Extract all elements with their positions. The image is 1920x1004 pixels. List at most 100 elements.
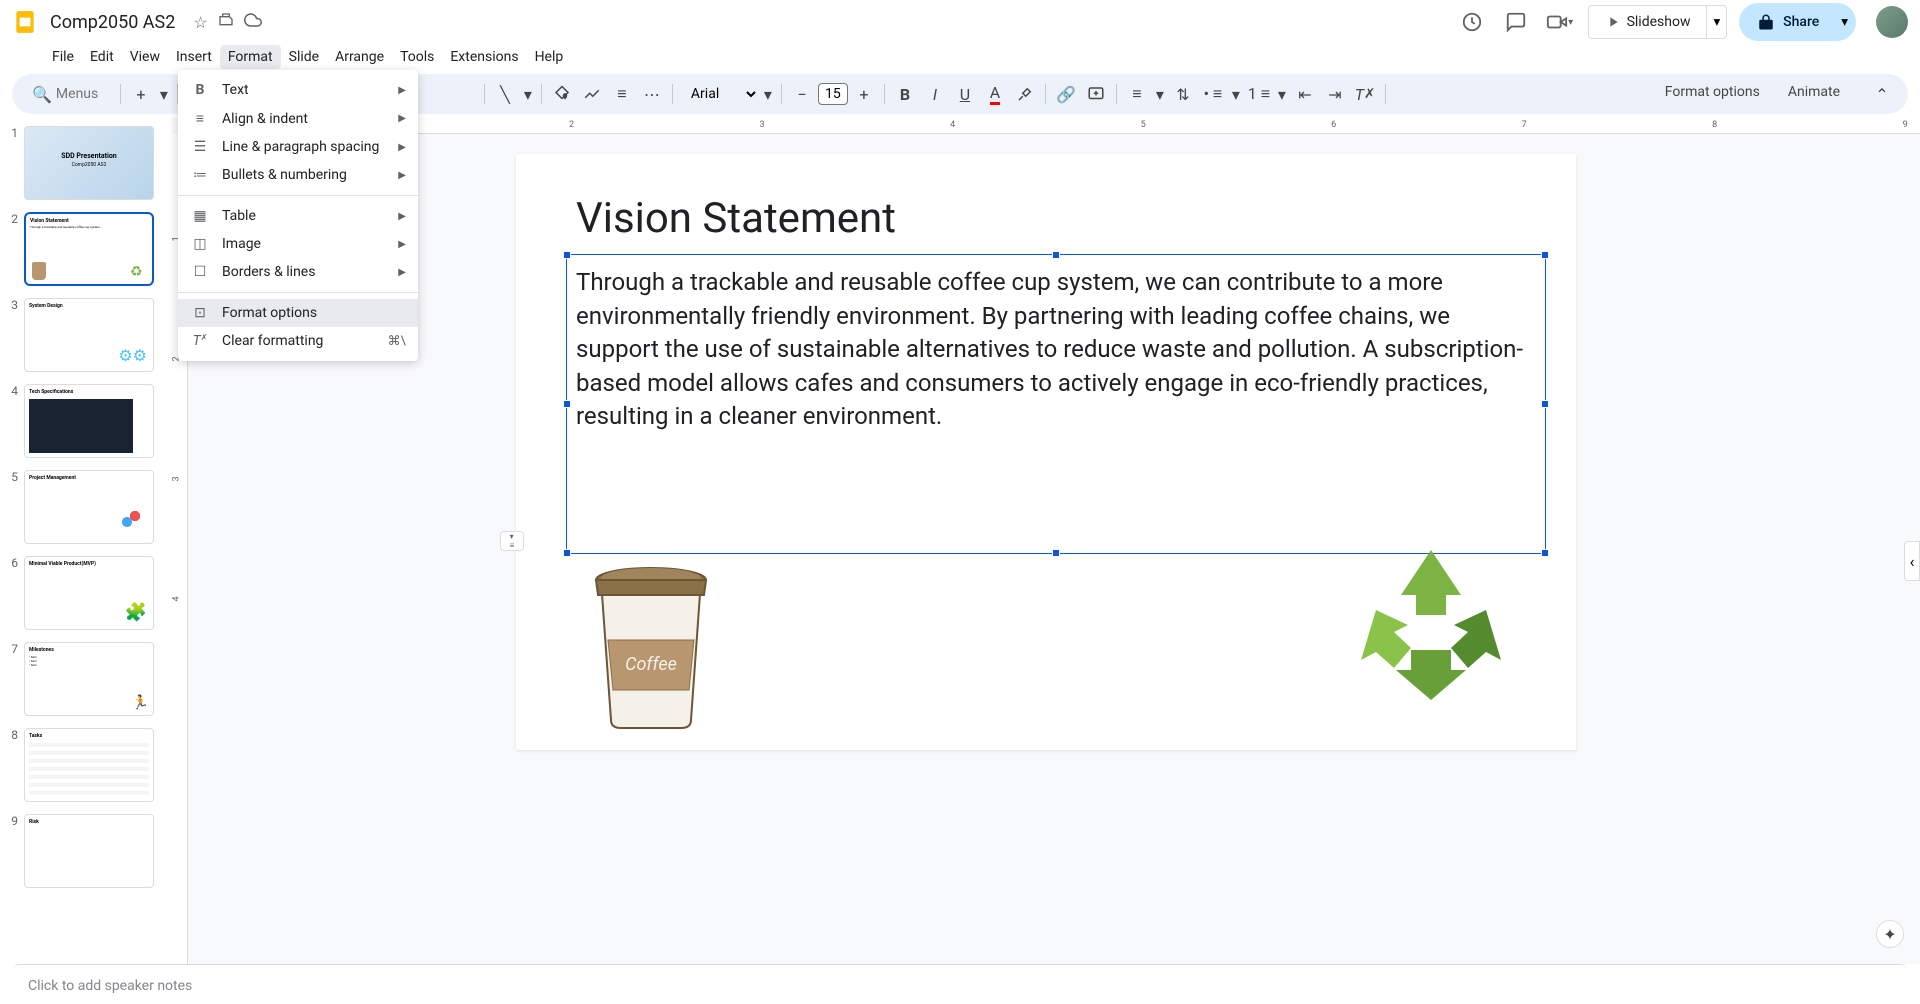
menu-view[interactable]: View <box>122 45 168 69</box>
user-avatar[interactable] <box>1876 6 1908 38</box>
menu-option-table[interactable]: ▦ Table ▶ <box>178 202 418 230</box>
resize-handle-ml[interactable] <box>563 400 571 408</box>
table-icon: ▦ <box>190 208 210 224</box>
resize-handle-mr[interactable] <box>1541 400 1549 408</box>
chevron-right-icon: ▶ <box>398 113 406 124</box>
svg-text:Coffee: Coffee <box>625 654 677 675</box>
slide-thumbnail-4[interactable]: 4 Tech Specifications <box>4 384 168 458</box>
document-title[interactable]: Comp2050 AS2 <box>46 10 179 35</box>
cloud-icon[interactable] <box>244 11 262 33</box>
slides-logo[interactable] <box>12 9 38 35</box>
menu-extensions[interactable]: Extensions <box>442 45 526 69</box>
new-slide-button[interactable]: + <box>127 80 155 108</box>
slide-thumbnail-6[interactable]: 6 Minimal Viable Product(MVP)🧩 <box>4 556 168 630</box>
slide-thumbnail-2[interactable]: 2 Vision StatementThrough a trackable an… <box>4 212 168 286</box>
collapse-toolbar-button[interactable]: ⌃ <box>1868 80 1896 108</box>
menu-option-clear-formatting[interactable]: T✗ Clear formatting ⌘\ <box>178 327 418 355</box>
star-icon[interactable]: ☆ <box>193 13 207 32</box>
slide-thumbnail-1[interactable]: 1 SDD PresentationComp2050 AS2 <box>4 126 168 200</box>
chevron-right-icon: ▶ <box>398 239 406 250</box>
menu-option-spacing[interactable]: ☰ Line & paragraph spacing ▶ <box>178 133 418 161</box>
border-weight-button[interactable]: ≡ <box>608 80 636 108</box>
resize-handle-tr[interactable] <box>1541 251 1549 259</box>
menu-slide[interactable]: Slide <box>281 45 327 69</box>
resize-handle-bm[interactable] <box>1052 549 1060 557</box>
resize-handle-tl[interactable] <box>563 251 571 259</box>
line-spacing-button[interactable]: ⇅ <box>1169 80 1197 108</box>
coffee-cup-image[interactable]: Coffee <box>586 550 716 730</box>
text-color-button[interactable]: A <box>981 80 1009 108</box>
numbered-dropdown[interactable]: ▾ <box>1275 80 1289 108</box>
menu-option-image[interactable]: ◫ Image ▶ <box>178 230 418 258</box>
menu-divider <box>178 292 418 293</box>
fill-color-button[interactable] <box>548 80 576 108</box>
move-icon[interactable] <box>218 12 234 32</box>
menu-option-text[interactable]: B Text ▶ <box>178 76 418 104</box>
decrease-indent-button[interactable]: ⇤ <box>1291 80 1319 108</box>
decrease-font-size[interactable]: − <box>788 80 816 108</box>
menu-file[interactable]: File <box>44 45 82 69</box>
resize-handle-bl[interactable] <box>563 549 571 557</box>
share-button[interactable]: Share <box>1739 3 1837 41</box>
font-size-input[interactable] <box>818 83 848 105</box>
collapse-toggle[interactable]: ▾≡ <box>500 531 524 551</box>
menu-search-input[interactable] <box>56 86 106 102</box>
increase-indent-button[interactable]: ⇥ <box>1321 80 1349 108</box>
slide-canvas[interactable]: Vision Statement Through a trackable and… <box>516 154 1576 750</box>
animate-button[interactable]: Animate <box>1780 80 1848 108</box>
menu-option-format-options[interactable]: ⊡ Format options <box>178 299 418 327</box>
slide-thumbnail-5[interactable]: 5 Project Management <box>4 470 168 544</box>
slide-body-text[interactable]: Through a trackable and reusable coffee … <box>576 266 1536 434</box>
menu-insert[interactable]: Insert <box>168 45 220 69</box>
bullet-dropdown[interactable]: ▾ <box>1229 80 1243 108</box>
menu-divider <box>178 195 418 196</box>
slideshow-dropdown[interactable]: ▾ <box>1707 5 1727 39</box>
slide-thumbnail-9[interactable]: 9 Risk <box>4 814 168 888</box>
border-dash-button[interactable]: ⋯ <box>638 80 666 108</box>
slide-thumbnail-7[interactable]: 7 Milestones• item• item• item🏃 <box>4 642 168 716</box>
resize-handle-br[interactable] <box>1541 549 1549 557</box>
menu-option-align[interactable]: ≡ Align & indent ▶ <box>178 104 418 133</box>
menu-tools[interactable]: Tools <box>392 45 442 69</box>
increase-font-size[interactable]: + <box>850 80 878 108</box>
align-dropdown[interactable]: ▾ <box>1153 80 1167 108</box>
numbered-list-button[interactable]: 1 ≡ <box>1245 80 1273 108</box>
borders-icon: ☐ <box>190 264 210 280</box>
slide-thumbnail-8[interactable]: 8 Tasks <box>4 728 168 802</box>
insert-comment-button[interactable] <box>1082 80 1110 108</box>
highlight-button[interactable] <box>1011 80 1039 108</box>
explore-button[interactable]: ✦ <box>1876 920 1904 948</box>
new-slide-dropdown[interactable]: ▾ <box>157 80 171 108</box>
speaker-notes[interactable]: Click to add speaker notes <box>12 964 1908 1004</box>
format-dropdown: B Text ▶ ≡ Align & indent ▶ ☰ Line & par… <box>178 70 418 361</box>
menu-format[interactable]: Format <box>220 45 281 69</box>
slideshow-button[interactable]: Slideshow <box>1588 5 1708 39</box>
share-dropdown[interactable]: ▾ <box>1833 3 1856 41</box>
menu-option-borders[interactable]: ☐ Borders & lines ▶ <box>178 258 418 286</box>
line-dropdown[interactable]: ▾ <box>521 80 535 108</box>
history-icon[interactable] <box>1456 6 1488 38</box>
recycle-icon-image[interactable] <box>1346 540 1516 710</box>
resize-handle-tm[interactable] <box>1052 251 1060 259</box>
slide-thumbnail-3[interactable]: 3 System Design⚙⚙ <box>4 298 168 372</box>
slide-title[interactable]: Vision Statement <box>576 194 896 243</box>
bold-button[interactable]: B <box>891 80 919 108</box>
font-dropdown[interactable]: ▾ <box>761 80 775 108</box>
meet-icon[interactable]: ▾ <box>1544 6 1576 38</box>
line-tool[interactable]: ╲ <box>491 80 519 108</box>
menu-option-bullets[interactable]: ≔ Bullets & numbering ▶ <box>178 161 418 189</box>
underline-button[interactable]: U <box>951 80 979 108</box>
menu-arrange[interactable]: Arrange <box>327 45 392 69</box>
comments-icon[interactable] <box>1500 6 1532 38</box>
border-color-button[interactable] <box>578 80 606 108</box>
italic-button[interactable]: I <box>921 80 949 108</box>
menu-help[interactable]: Help <box>527 45 572 69</box>
bullet-list-button[interactable]: • ≡ <box>1199 80 1227 108</box>
insert-link-button[interactable]: 🔗 <box>1052 80 1080 108</box>
menu-edit[interactable]: Edit <box>82 45 122 69</box>
clear-formatting-button[interactable]: T✗ <box>1351 80 1379 108</box>
font-family-select[interactable]: Arial <box>679 81 759 107</box>
format-options-button[interactable]: Format options <box>1657 80 1768 108</box>
align-button[interactable]: ≡ <box>1123 80 1151 108</box>
sidebar-toggle[interactable]: ‹ <box>1904 541 1920 581</box>
